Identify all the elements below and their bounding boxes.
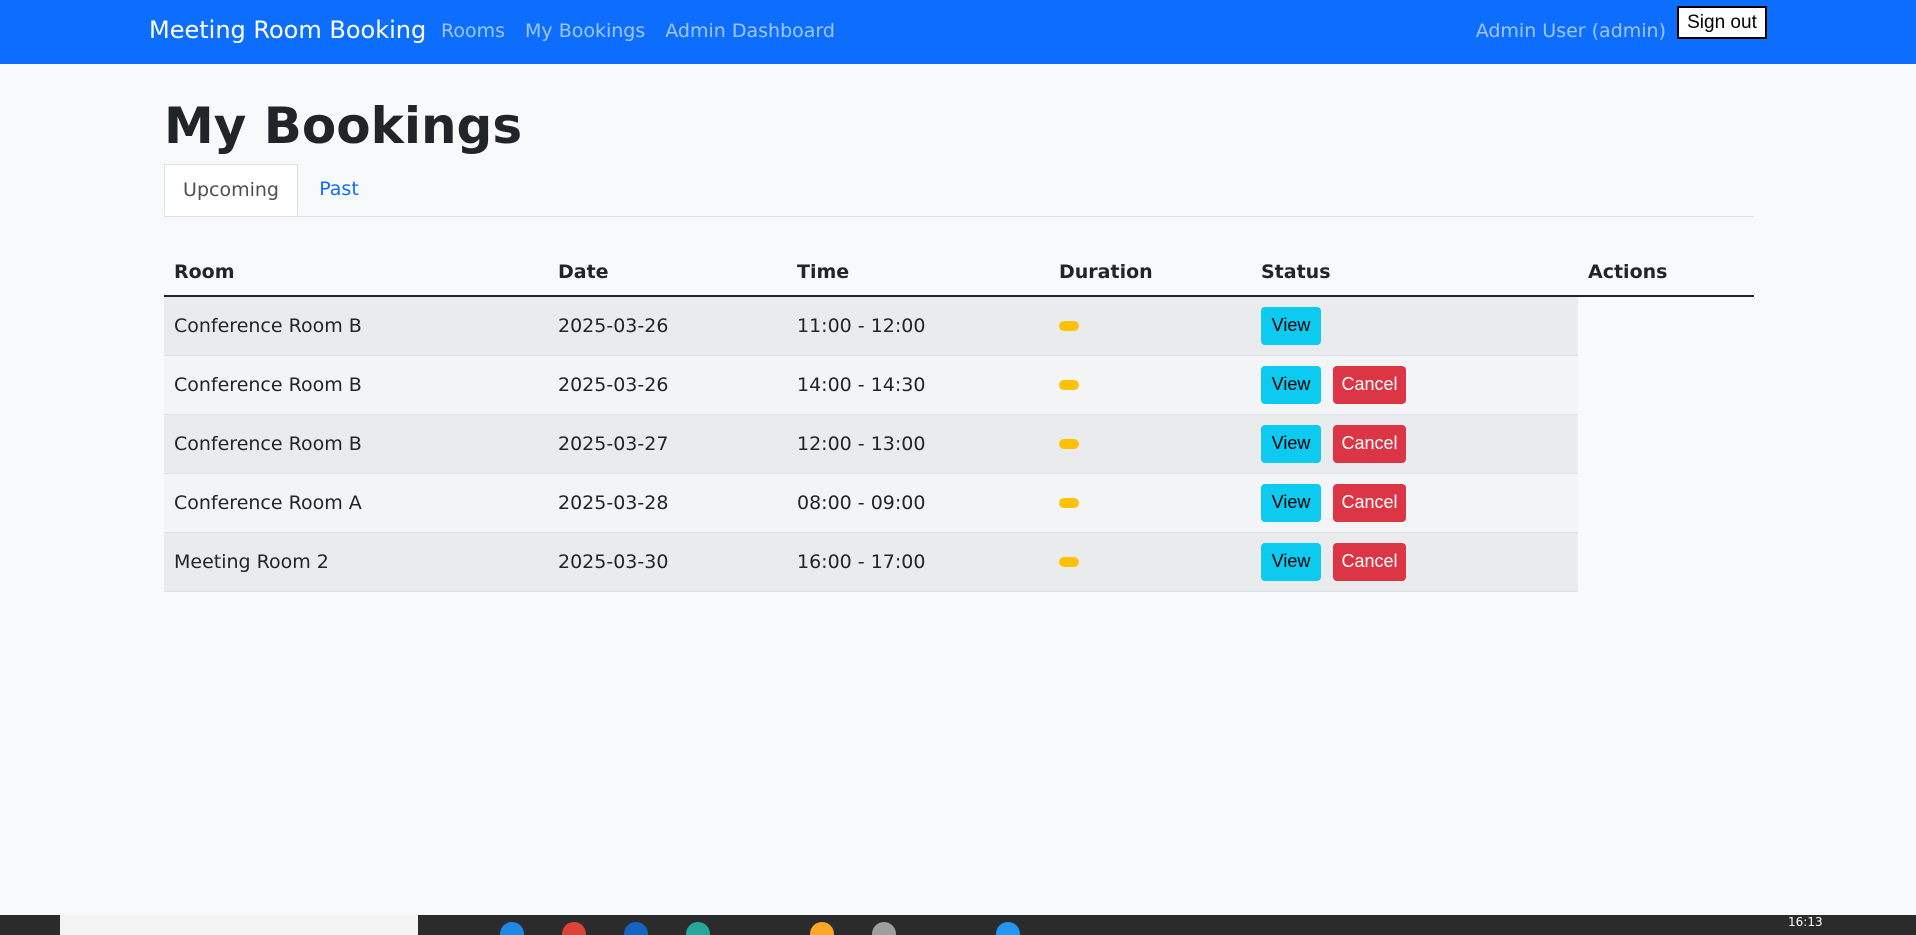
sign-out-button[interactable]: Sign out — [1677, 6, 1767, 39]
time-cell: 11:00 - 12:00 — [787, 296, 1049, 356]
tab-past[interactable]: Past — [298, 164, 380, 216]
status-cell: View Cancel — [1251, 532, 1578, 592]
top-navbar: Meeting Room Booking Rooms My Bookings A… — [0, 0, 1916, 64]
status-badge — [1059, 380, 1079, 390]
date-cell: 2025-03-30 — [548, 532, 787, 592]
view-button[interactable]: View — [1261, 365, 1321, 404]
room-cell: Meeting Room 2 — [164, 532, 548, 592]
time-cell: 08:00 - 09:00 — [787, 473, 1049, 533]
gear-icon[interactable] — [872, 922, 896, 935]
table-row: Conference Room A 2025-03-28 08:00 - 09:… — [164, 473, 1754, 533]
booking-tabs: Upcoming Past — [164, 164, 1754, 217]
actions-cell — [1578, 532, 1754, 591]
status-badge — [1059, 439, 1079, 449]
cancel-button[interactable]: Cancel — [1333, 424, 1406, 463]
nav-link-rooms[interactable]: Rooms — [441, 18, 505, 44]
column-header-date: Date — [548, 248, 787, 297]
date-cell: 2025-03-26 — [548, 296, 787, 356]
cancel-button[interactable]: Cancel — [1333, 365, 1406, 404]
column-header-room: Room — [164, 248, 548, 297]
view-button[interactable]: View — [1261, 424, 1321, 463]
actions-cell — [1578, 414, 1754, 473]
bookings-table: Room Date Time Duration Status Actions C… — [164, 248, 1754, 592]
os-taskbar: 16:13 — [0, 915, 1916, 935]
table-row: Conference Room B 2025-03-27 12:00 - 13:… — [164, 414, 1754, 474]
nav-link-my-bookings[interactable]: My Bookings — [525, 18, 645, 44]
vscode-icon[interactable] — [996, 922, 1020, 935]
room-cell: Conference Room A — [164, 473, 548, 533]
duration-cell — [1049, 355, 1251, 415]
status-cell: View — [1251, 296, 1578, 356]
status-cell: View Cancel — [1251, 355, 1578, 415]
view-button[interactable]: View — [1261, 306, 1321, 345]
status-badge — [1059, 321, 1079, 332]
brand-link[interactable]: Meeting Room Booking — [149, 14, 426, 46]
column-header-status: Status — [1251, 248, 1578, 297]
duration-cell — [1049, 473, 1251, 533]
column-header-actions: Actions — [1578, 248, 1754, 297]
time-cell: 16:00 - 17:00 — [787, 532, 1049, 592]
browser-icon[interactable] — [686, 922, 710, 935]
table-row: Conference Room B 2025-03-26 14:00 - 14:… — [164, 355, 1754, 415]
status-cell: View Cancel — [1251, 414, 1578, 474]
taskbar-search-box[interactable] — [60, 915, 418, 935]
table-row: Conference Room B 2025-03-26 11:00 - 12:… — [164, 296, 1754, 356]
folder-icon[interactable] — [810, 922, 834, 935]
duration-cell — [1049, 414, 1251, 474]
status-cell: View Cancel — [1251, 473, 1578, 533]
view-button[interactable]: View — [1261, 483, 1321, 522]
column-header-time: Time — [787, 248, 1049, 297]
nav-links: Rooms My Bookings Admin Dashboard — [441, 18, 855, 44]
room-cell: Conference Room B — [164, 296, 548, 356]
date-cell: 2025-03-26 — [548, 355, 787, 415]
edge-icon[interactable] — [500, 922, 524, 935]
actions-cell — [1578, 296, 1754, 355]
table-row: Meeting Room 2 2025-03-30 16:00 - 17:00 … — [164, 532, 1754, 592]
cancel-button[interactable]: Cancel — [1333, 483, 1406, 522]
current-user-label: Admin User (admin) — [1475, 20, 1666, 42]
tab-upcoming[interactable]: Upcoming — [164, 164, 298, 216]
table-header-row: Room Date Time Duration Status Actions — [164, 248, 1754, 297]
status-badge — [1059, 498, 1079, 508]
time-cell: 14:00 - 14:30 — [787, 355, 1049, 415]
date-cell: 2025-03-28 — [548, 473, 787, 533]
time-cell: 12:00 - 13:00 — [787, 414, 1049, 474]
page-title: My Bookings — [164, 97, 523, 155]
status-badge — [1059, 557, 1079, 567]
store-icon[interactable] — [624, 922, 648, 935]
duration-cell — [1049, 532, 1251, 592]
chrome-icon[interactable] — [562, 922, 586, 935]
duration-cell — [1049, 296, 1251, 356]
room-cell: Conference Room B — [164, 414, 548, 474]
room-cell: Conference Room B — [164, 355, 548, 415]
column-header-duration: Duration — [1049, 248, 1251, 297]
taskbar-clock: 16:13 — [1788, 915, 1823, 929]
actions-cell — [1578, 355, 1754, 414]
cancel-button[interactable]: Cancel — [1333, 542, 1406, 581]
actions-cell — [1578, 473, 1754, 532]
date-cell: 2025-03-27 — [548, 414, 787, 474]
nav-link-admin-dashboard[interactable]: Admin Dashboard — [665, 18, 835, 44]
view-button[interactable]: View — [1261, 542, 1321, 581]
